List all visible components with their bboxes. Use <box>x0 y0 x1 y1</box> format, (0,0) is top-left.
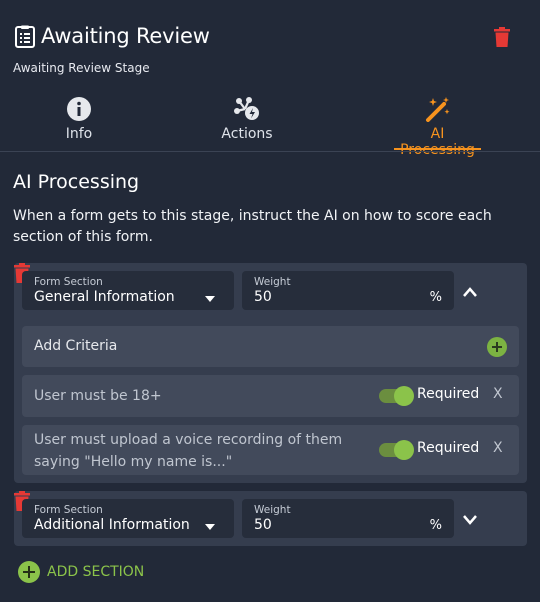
clipboard-list-icon <box>15 25 35 48</box>
remove-criteria-button[interactable]: X <box>493 386 503 402</box>
criteria-item: User must be 18+ Required X <box>22 375 519 417</box>
caret-down-icon <box>205 296 215 302</box>
criteria-text: User must be 18+ <box>34 388 162 404</box>
weight-percent-unit: % <box>429 290 442 305</box>
plus-circle-icon <box>18 561 40 583</box>
caret-down-icon <box>205 524 215 530</box>
add-criteria-row[interactable]: Add Criteria <box>22 326 519 367</box>
required-toggle[interactable] <box>379 440 414 460</box>
add-section-button[interactable]: ADD SECTION <box>18 561 144 583</box>
tab-info-label: Info <box>65 126 93 142</box>
form-section-select[interactable]: Form Section Additional Information <box>22 499 234 538</box>
form-section-value: General Information <box>34 289 175 305</box>
info-circle-icon <box>67 97 91 121</box>
chevron-down-icon[interactable] <box>463 515 477 525</box>
weight-value: 50 <box>254 517 272 533</box>
tab-actions[interactable]: Actions <box>218 96 276 142</box>
page-subtitle: Awaiting Review Stage <box>13 61 150 75</box>
active-tab-indicator <box>394 148 481 150</box>
chevron-up-icon[interactable] <box>463 287 477 297</box>
form-section-label: Form Section <box>34 504 103 516</box>
form-section-label: Form Section <box>34 276 103 288</box>
add-criteria-plus-icon[interactable] <box>487 337 507 357</box>
form-section-select[interactable]: Form Section General Information <box>22 271 234 310</box>
tabs-divider <box>0 151 540 152</box>
weight-input[interactable]: Weight 50 % <box>242 499 454 538</box>
weight-input[interactable]: Weight 50 % <box>242 271 454 310</box>
criteria-item: User must upload a voice recording of th… <box>22 425 519 475</box>
weight-label: Weight <box>254 276 291 288</box>
add-section-label: ADD SECTION <box>47 564 145 580</box>
ai-processing-description: When a form gets to this stage, instruct… <box>13 208 492 245</box>
tab-ai-processing-label: AI Processing <box>400 126 475 158</box>
ai-processing-heading: AI Processing <box>13 171 140 193</box>
criteria-text: User must upload a voice recording of th… <box>34 432 343 470</box>
weight-label: Weight <box>254 504 291 516</box>
magic-wand-icon <box>425 97 449 122</box>
required-label: Required <box>417 440 480 456</box>
delete-stage-trash-icon[interactable] <box>494 27 510 47</box>
remove-criteria-button[interactable]: X <box>493 440 503 456</box>
tab-info[interactable]: Info <box>58 96 100 142</box>
page-title: Awaiting Review <box>41 24 210 48</box>
section-card: Form Section Additional Information Weig… <box>14 491 527 546</box>
weight-value: 50 <box>254 289 272 305</box>
form-section-value: Additional Information <box>34 517 190 533</box>
weight-percent-unit: % <box>429 518 442 533</box>
tab-actions-label: Actions <box>221 126 273 142</box>
required-toggle[interactable] <box>379 386 414 406</box>
actions-gear-icon <box>234 97 259 120</box>
required-label: Required <box>417 386 480 402</box>
add-criteria-label: Add Criteria <box>34 338 118 354</box>
